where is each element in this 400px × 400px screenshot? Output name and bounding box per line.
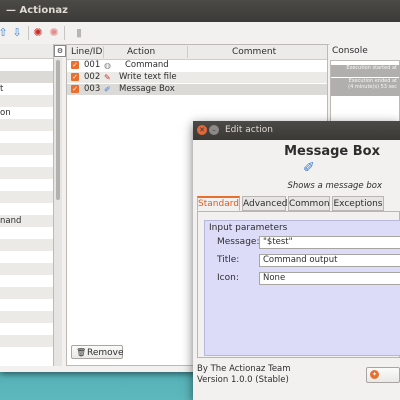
action-list-item[interactable]: [0, 95, 53, 107]
version: Version 1.0.0 (Stable): [197, 375, 289, 385]
action-list-item[interactable]: [0, 119, 53, 131]
tab-standard[interactable]: Standard: [197, 196, 240, 211]
scrollbar-thumb[interactable]: [56, 60, 60, 200]
action-list-item[interactable]: [0, 311, 53, 323]
checkbox-checked-icon[interactable]: ✓: [71, 73, 79, 81]
column-comment[interactable]: Comment: [232, 47, 276, 57]
dialog-title: Edit action: [225, 125, 273, 135]
tab-content: Input parameters Message: "$test" Title:…: [197, 211, 400, 358]
title-bar: — Actionaz: [0, 0, 400, 22]
action-list-item[interactable]: [0, 131, 53, 143]
column-separator: [187, 46, 188, 58]
table-header: Line/ID Action Comment: [67, 45, 327, 60]
icon-label: Icon:: [217, 273, 239, 283]
toolbar: ⇧ ⇩ ✺ ✺ ▮: [0, 22, 400, 45]
action-list-item[interactable]: [0, 287, 53, 299]
action-list-item[interactable]: on: [0, 107, 53, 119]
action-list-item[interactable]: [0, 323, 53, 335]
action-list-item[interactable]: [0, 251, 53, 263]
params-title: Input parameters: [209, 223, 288, 233]
dialog-title-bar: ✕ – Edit action: [193, 121, 400, 140]
action-list-item[interactable]: nand: [0, 215, 53, 227]
row-id: 002: [84, 72, 101, 82]
column-separator: [103, 46, 104, 58]
action-list-item[interactable]: [0, 167, 53, 179]
message-field[interactable]: "$test": [259, 236, 400, 249]
move-down-icon[interactable]: ⇩: [10, 26, 24, 40]
action-list-item[interactable]: [0, 203, 53, 215]
table-row[interactable]: ✓ 001 ◍ Command: [67, 60, 327, 71]
action-list-item[interactable]: [0, 179, 53, 191]
action-list-scrollbar[interactable]: [54, 58, 62, 366]
delete-icon[interactable]: ▮: [72, 26, 86, 40]
action-list-item[interactable]: [0, 239, 53, 251]
table-row[interactable]: ✓ 003 ✐ Message Box: [67, 84, 327, 95]
row-action: Command: [125, 60, 169, 70]
tab-exceptions[interactable]: Exceptions: [332, 196, 384, 211]
toolbar-separator: [28, 26, 29, 40]
column-action[interactable]: Action: [127, 47, 155, 57]
action-list-item[interactable]: [0, 191, 53, 203]
title-field[interactable]: Command output: [259, 254, 400, 267]
gear-icon[interactable]: ✺: [31, 26, 45, 40]
dialog-tabs: Standard Advanced Common Exceptions: [197, 196, 400, 212]
action-list-item[interactable]: [0, 143, 53, 155]
action-list-item[interactable]: [0, 155, 53, 167]
dialog-footer-text: By The Actionaz Team Version 1.0.0 (Stab…: [197, 364, 291, 386]
action-list-panel: t on nand: [0, 44, 54, 366]
checkbox-checked-icon[interactable]: ✓: [71, 85, 79, 93]
toolbar-separator: [64, 26, 65, 40]
icon-select[interactable]: None: [259, 272, 400, 285]
minimize-icon[interactable]: –: [209, 125, 219, 135]
message-box-icon: ✐: [303, 160, 315, 176]
column-line-id[interactable]: Line/ID: [71, 47, 102, 57]
dialog-header: Message Box ✐ Shows a message box: [193, 140, 400, 195]
help-button[interactable]: ✦: [366, 367, 400, 383]
tab-advanced[interactable]: Advanced: [242, 196, 287, 211]
trash-icon: 🗑: [76, 348, 87, 357]
checkbox-checked-icon[interactable]: ✓: [71, 61, 79, 69]
input-parameters-box: Input parameters Message: "$test" Title:…: [204, 220, 400, 356]
write-file-icon: ✎: [104, 73, 111, 82]
log-entry: Execution ended at (4 minute(s) 53 sec: [331, 78, 400, 96]
action-list-item[interactable]: [0, 227, 53, 239]
row-id: 001: [84, 60, 101, 70]
table-row[interactable]: ✓ 002 ✎ Write text file: [67, 72, 327, 83]
gear-disabled-icon[interactable]: ✺: [47, 26, 61, 40]
log-entry: Execution started at: [331, 65, 400, 77]
action-list-item[interactable]: [0, 299, 53, 311]
row-id: 003: [84, 84, 101, 94]
action-list-item[interactable]: t: [0, 83, 53, 95]
action-list-item[interactable]: [0, 59, 53, 71]
action-list-item[interactable]: [0, 71, 53, 83]
action-description: Shows a message box: [287, 181, 382, 191]
row-action: Write text file: [119, 72, 177, 82]
console-title: Console: [332, 46, 368, 56]
row-action: Message Box: [119, 84, 175, 94]
action-list-item[interactable]: [0, 263, 53, 275]
edit-action-dialog: ✕ – Edit action Message Box ✐ Shows a me…: [193, 121, 400, 400]
action-list-item[interactable]: [0, 335, 53, 347]
settings-icon[interactable]: ⚙: [54, 45, 66, 57]
remove-label: Remove: [87, 348, 124, 358]
help-icon: ✦: [370, 370, 379, 379]
action-name: Message Box: [284, 144, 380, 159]
message-label: Message:: [217, 237, 260, 247]
action-list-item[interactable]: [0, 275, 53, 287]
move-up-icon[interactable]: ⇧: [0, 26, 10, 40]
close-icon[interactable]: ✕: [197, 125, 207, 135]
command-icon: ◍: [104, 61, 111, 70]
message-box-icon: ✐: [104, 85, 111, 94]
tab-common[interactable]: Common: [288, 196, 330, 211]
credits: By The Actionaz Team: [197, 364, 291, 374]
action-list-header: [0, 44, 53, 59]
remove-button[interactable]: 🗑 Remove: [71, 345, 124, 359]
title-label: Title:: [217, 255, 240, 265]
window-title: — Actionaz: [6, 5, 68, 16]
